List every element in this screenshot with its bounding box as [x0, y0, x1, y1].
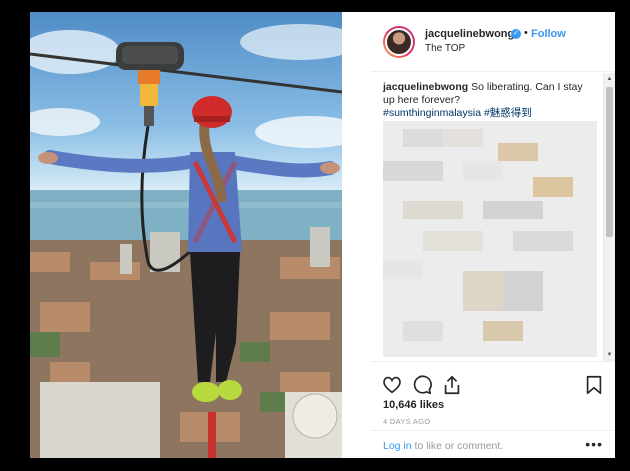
avatar-image: [385, 28, 413, 56]
separator: •: [524, 27, 528, 39]
post-header: jacquelinebwong ✓ • Follow The TOP: [371, 12, 615, 72]
share-icon[interactable]: [441, 374, 463, 396]
post-timestamp[interactable]: 4 DAYS AGO: [383, 417, 430, 426]
avatar[interactable]: [383, 26, 415, 58]
pixelated-comments: [383, 121, 597, 357]
scroll-down-icon[interactable]: ▼: [604, 349, 615, 361]
likes-count[interactable]: 10,646 likes: [383, 399, 444, 411]
comments-list[interactable]: jacquelinebwong So liberating. Can I sta…: [371, 73, 615, 361]
comments-scrollbar[interactable]: ▲ ▼: [603, 73, 615, 361]
scrollbar-thumb[interactable]: [606, 87, 613, 237]
photo-illustration: [30, 24, 342, 458]
comment-icon[interactable]: [411, 374, 433, 396]
scroll-up-icon[interactable]: ▲: [604, 73, 615, 85]
action-bar: [371, 361, 615, 397]
caption-hashtags[interactable]: #sumthinginmalaysia #魅惑得到: [383, 107, 532, 119]
location-link[interactable]: The TOP: [425, 43, 465, 54]
verified-badge-icon: ✓: [511, 29, 521, 39]
post-modal: jacquelinebwong ✓ • Follow The TOP jacqu…: [30, 12, 615, 458]
username-link[interactable]: jacquelinebwong: [425, 28, 514, 40]
follow-button[interactable]: Follow: [531, 28, 566, 40]
bookmark-icon[interactable]: [583, 374, 605, 396]
more-options-icon[interactable]: •••: [585, 436, 603, 452]
comment-footer: Log in to like or comment. •••: [371, 430, 615, 458]
heart-icon[interactable]: [381, 374, 403, 396]
post-sidebar: jacquelinebwong ✓ • Follow The TOP jacqu…: [371, 12, 615, 458]
login-link[interactable]: Log in: [383, 440, 412, 452]
login-prompt: Log in to like or comment.: [383, 440, 503, 452]
login-prompt-text: to like or comment.: [411, 440, 504, 452]
caption: jacquelinebwong So liberating. Can I sta…: [383, 81, 583, 120]
post-photo[interactable]: [30, 12, 342, 458]
caption-username[interactable]: jacquelinebwong: [383, 81, 468, 93]
